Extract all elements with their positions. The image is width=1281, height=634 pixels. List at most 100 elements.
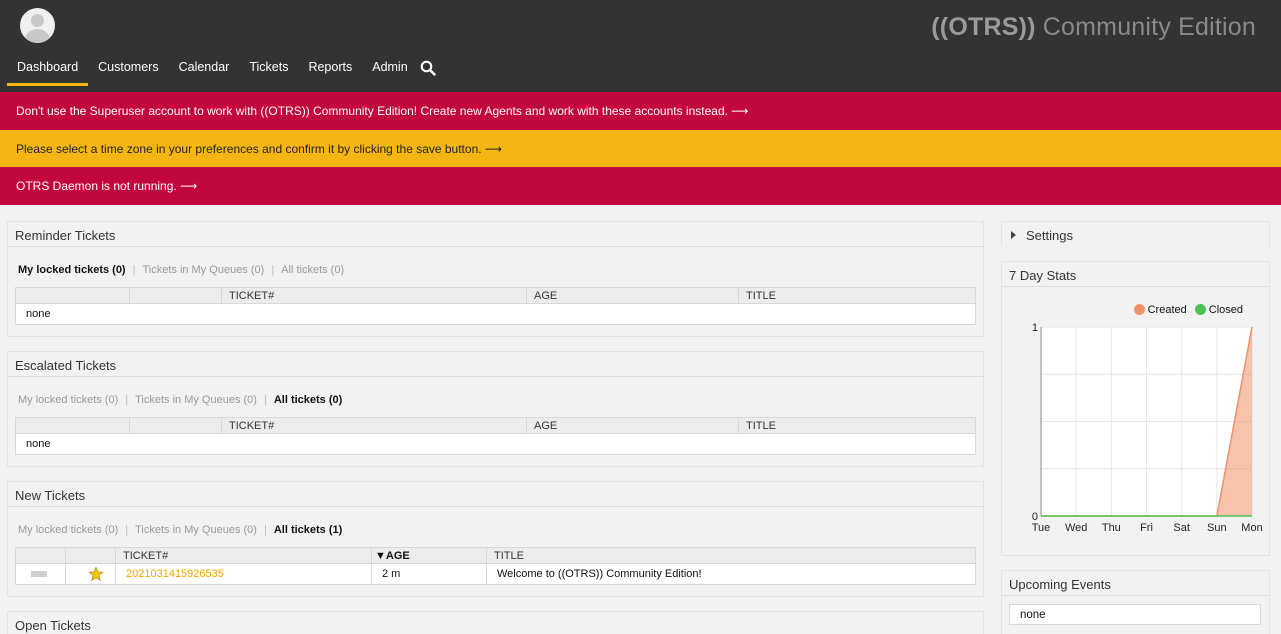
reminder-tickets-widget: Reminder Tickets My locked tickets (0) | T… [7,221,984,337]
flag-cell [65,563,116,585]
table-header-row: TICKET# AGE TITLE [15,417,976,434]
escalated-filters: My locked tickets (0) | Tickets in My Queu… [18,394,342,406]
nav-dashboard[interactable]: Dashboard [7,53,89,86]
logo-edition: Community Edition [1042,13,1256,41]
col-priority[interactable] [15,547,66,564]
reminder-tickets-title[interactable]: Reminder Tickets [8,222,983,247]
search-icon[interactable] [420,60,436,76]
chart-legend: Created Closed [1133,304,1243,316]
y-tick-label: 1 [1032,322,1038,334]
seven-day-stats-widget: 7 Day Stats Created Closed 0 1 Tue Wed Thu Fr… [1001,261,1270,556]
table-header-row: TICKET# ▼AGE TITLE [15,547,976,564]
legend-closed-label: Closed [1208,304,1243,316]
nav-reports[interactable]: Reports [298,53,362,86]
col-ticket-number[interactable]: TICKET# [221,287,527,304]
top-header: ((OTRS)) Community Edition Dashboard Cus… [0,0,1281,92]
nav-customers[interactable]: Customers [88,53,168,86]
filter-all[interactable]: All tickets (0) [274,394,342,406]
priority-indicator [31,571,47,577]
legend-created-swatch [1133,304,1145,315]
star-icon[interactable] [88,566,104,582]
table-header-row: TICKET# AGE TITLE [15,287,976,304]
escalated-tickets-title[interactable]: Escalated Tickets [8,352,983,377]
filter-separator: | [125,394,129,406]
filter-separator: | [132,264,136,276]
legend-closed[interactable]: Closed [1194,304,1243,316]
col-age-sorted[interactable]: ▼AGE [371,547,487,564]
reminder-filters: My locked tickets (0) | Tickets in My Queu… [18,264,344,276]
col-title[interactable]: TITLE [486,547,976,564]
filter-my-queues[interactable]: Tickets in My Queues (0) [135,394,257,406]
legend-created-label: Created [1147,304,1187,316]
col-age[interactable]: AGE [526,417,739,434]
filter-separator: | [271,264,275,276]
new-tickets-table: TICKET# ▼AGE TITLE 2021031415926535 2 m … [15,547,976,585]
legend-created[interactable]: Created [1133,304,1187,316]
avatar-body [25,29,50,43]
col-flag[interactable] [129,417,222,434]
table-row: none [15,433,976,455]
ticket-number-cell: 2021031415926535 [115,563,372,585]
x-tick-label: Sat [1173,522,1190,534]
stats-title[interactable]: 7 Day Stats [1002,262,1269,287]
col-ticket-number[interactable]: TICKET# [115,547,372,564]
filter-my-queues[interactable]: Tickets in My Queues (0) [142,264,264,276]
new-tickets-widget: New Tickets My locked tickets (0) | Ticket… [7,481,984,597]
filter-my-locked[interactable]: My locked tickets (0) [18,394,118,406]
col-title[interactable]: TITLE [738,417,976,434]
table-row: none [15,303,976,325]
x-tick-label: Thu [1102,522,1121,534]
nav-admin[interactable]: Admin [362,53,417,86]
x-tick-label: Mon [1241,522,1262,534]
upcoming-empty: none [1009,604,1261,625]
x-tick-label: Tue [1032,522,1051,534]
ticket-number-link[interactable]: 2021031415926535 [126,568,224,580]
col-flag[interactable] [65,547,116,564]
nav-calendar[interactable]: Calendar [169,53,240,86]
user-avatar[interactable] [20,8,55,43]
empty-cell: none [15,433,976,455]
x-tick-label: Fri [1140,522,1153,534]
otrs-logo: ((OTRS)) Community Edition [931,13,1256,42]
settings-header[interactable]: Settings [1002,222,1269,247]
open-tickets-widget: Open Tickets [7,611,984,634]
age-cell: 2 m [371,563,487,585]
daemon-notice[interactable]: OTRS Daemon is not running. ⟶ [0,167,1281,205]
x-tick-label: Sun [1207,522,1227,534]
reminder-table: TICKET# AGE TITLE none [15,287,976,325]
col-priority[interactable] [15,287,130,304]
new-tickets-title[interactable]: New Tickets [8,482,983,507]
escalated-table: TICKET# AGE TITLE none [15,417,976,455]
stats-chart: 01Tue Wed Thu Fri Sat Sun Mon [1032,322,1263,534]
filter-my-queues[interactable]: Tickets in My Queues (0) [135,524,257,536]
table-row[interactable]: 2021031415926535 2 m Welcome to ((OTRS))… [15,563,976,585]
new-filters: My locked tickets (0) | Tickets in My Queu… [18,524,342,536]
upcoming-events-title[interactable]: Upcoming Events [1002,571,1269,596]
filter-separator: | [263,394,267,406]
settings-widget[interactable]: Settings [1001,221,1270,247]
col-flag[interactable] [129,287,222,304]
filter-my-locked[interactable]: My locked tickets (0) [18,264,126,276]
filter-my-locked[interactable]: My locked tickets (0) [18,524,118,536]
superuser-notice[interactable]: Don't use the Superuser account to work … [0,92,1281,130]
chevron-right-icon [1011,231,1016,239]
nav-tickets[interactable]: Tickets [239,53,298,86]
col-ticket-number[interactable]: TICKET# [221,417,527,434]
col-priority[interactable] [15,417,130,434]
legend-closed-swatch [1194,304,1206,315]
col-title[interactable]: TITLE [738,287,976,304]
filter-separator: | [263,524,267,536]
logo-brand: ((OTRS)) [931,13,1036,41]
timezone-notice[interactable]: Please select a time zone in your prefer… [0,130,1281,168]
priority-cell [15,563,66,585]
open-tickets-title[interactable]: Open Tickets [8,612,983,634]
empty-cell: none [15,303,976,325]
filter-all[interactable]: All tickets (0) [281,264,344,276]
settings-title: Settings [1026,228,1073,243]
upcoming-events-widget: Upcoming Events none [1001,570,1270,634]
filter-all[interactable]: All tickets (1) [274,524,342,536]
main-nav: Dashboard Customers Calendar Tickets Rep… [7,53,418,86]
title-cell: Welcome to ((OTRS)) Community Edition! [486,563,976,585]
col-age[interactable]: AGE [526,287,739,304]
escalated-tickets-widget: Escalated Tickets My locked tickets (0) |… [7,351,984,467]
